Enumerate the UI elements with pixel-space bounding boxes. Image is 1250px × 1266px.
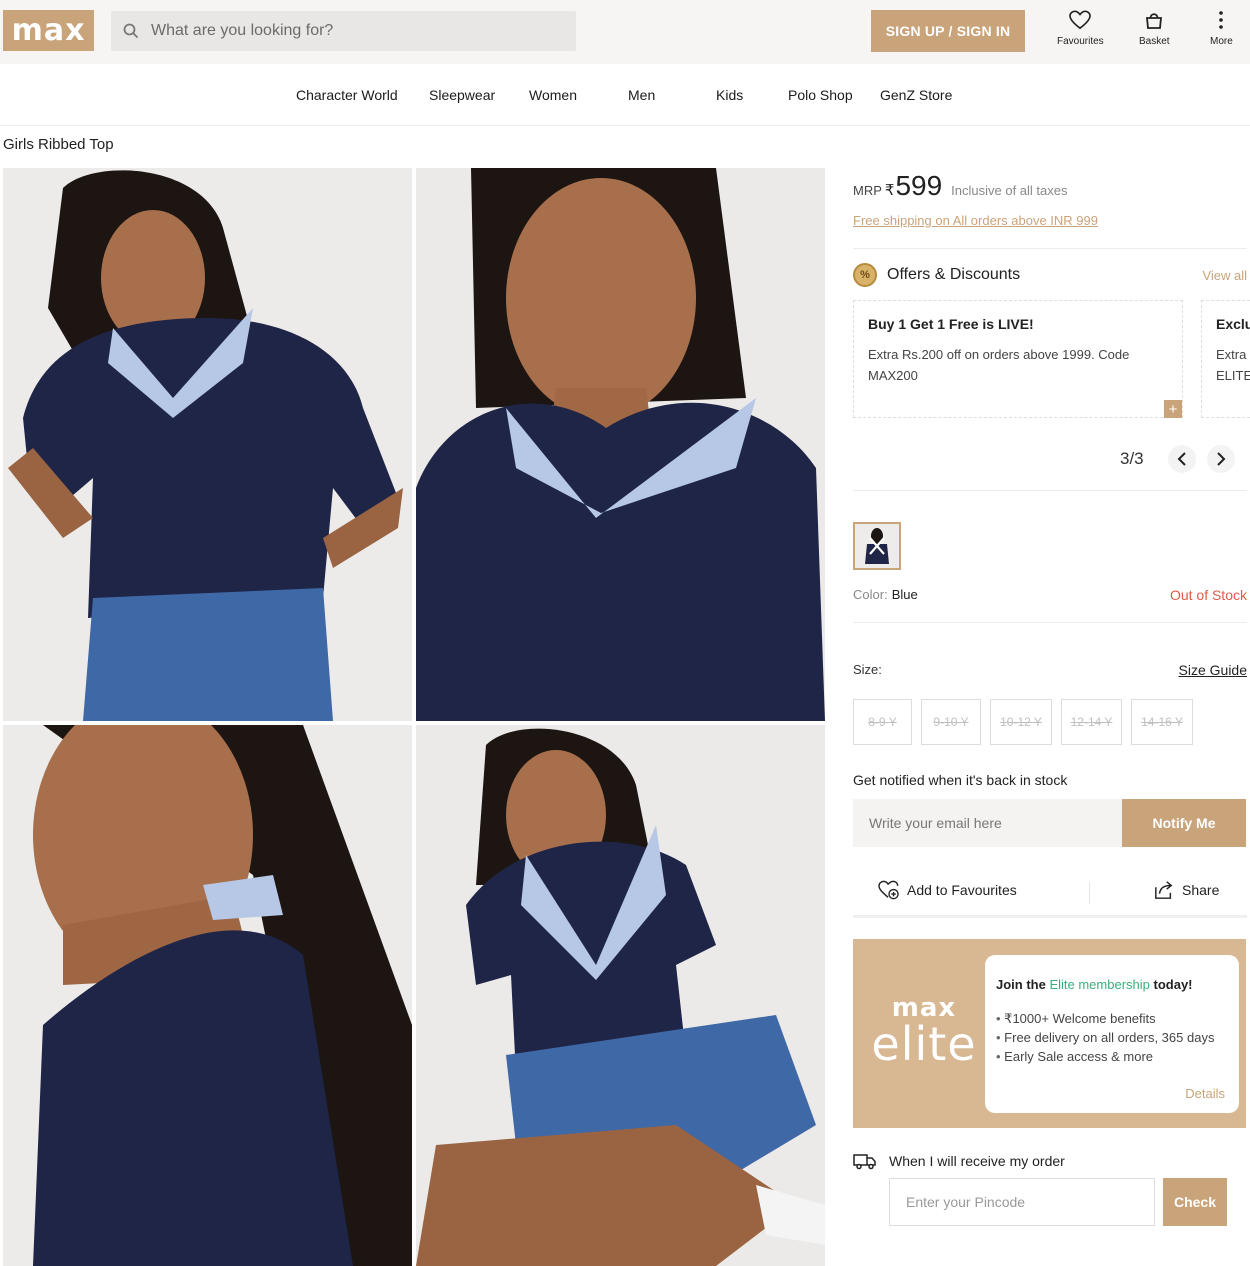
offer-card[interactable]: Buy 1 Get 1 Free is LIVE! Extra Rs.200 o… bbox=[853, 300, 1183, 418]
offers-header: % Offers & Discounts View all bbox=[853, 263, 1247, 287]
nav-character-world[interactable]: Character World bbox=[296, 87, 398, 103]
offer-pager: 3/3 bbox=[1120, 449, 1144, 468]
elite-heading-pre: Join the bbox=[996, 977, 1050, 992]
size-option-12-14[interactable]: 12-14 Y bbox=[1061, 699, 1122, 745]
category-nav: Character World Sleepwear Women Men Kids… bbox=[0, 64, 1250, 126]
color-value: Blue bbox=[891, 587, 918, 602]
view-all-link[interactable]: View all bbox=[1202, 268, 1247, 283]
check-pincode-button[interactable]: Check bbox=[1163, 1178, 1227, 1226]
truck-icon bbox=[853, 1154, 876, 1170]
offer-desc-line2: ELITE bbox=[1216, 368, 1250, 383]
notify-me-button[interactable]: Notify Me bbox=[1122, 799, 1246, 847]
search-bar[interactable] bbox=[111, 11, 576, 51]
product-image-1[interactable] bbox=[3, 168, 412, 721]
size-label: Size: bbox=[853, 662, 882, 677]
basket-link[interactable]: Basket bbox=[1139, 10, 1170, 47]
discount-badge-icon: % bbox=[853, 263, 877, 287]
product-image-4[interactable] bbox=[416, 725, 825, 1266]
add-to-favourites-label: Add to Favourites bbox=[907, 882, 1017, 898]
search-icon bbox=[111, 23, 151, 39]
heart-plus-icon bbox=[878, 880, 899, 900]
elite-benefits-list: ₹1000+ Welcome benefits Free delivery on… bbox=[996, 1009, 1228, 1066]
heart-icon bbox=[1069, 10, 1092, 30]
basket-icon bbox=[1146, 13, 1163, 29]
color-row: Color: Blue Out of Stock bbox=[853, 587, 1247, 603]
max-logo[interactable]: max bbox=[3, 10, 94, 51]
notify-title: Get notified when it's back in stock bbox=[853, 772, 1068, 788]
tax-note: Inclusive of all taxes bbox=[951, 183, 1068, 198]
size-option-10-12[interactable]: 10-12 Y bbox=[990, 699, 1052, 745]
nav-kids[interactable]: Kids bbox=[716, 87, 743, 103]
divider bbox=[853, 490, 1247, 491]
size-guide-link[interactable]: Size Guide bbox=[1179, 662, 1247, 678]
more-label: More bbox=[1210, 36, 1233, 47]
elite-heading: Join the Elite membership today! bbox=[996, 977, 1228, 992]
chevron-right-icon bbox=[1217, 452, 1226, 466]
elite-heading-highlight: Elite membership bbox=[1049, 977, 1150, 992]
offer-desc-line1: Extra bbox=[1216, 347, 1247, 362]
size-option-14-16[interactable]: 14-16 Y bbox=[1131, 699, 1193, 745]
offer-desc-line2: MAX200 bbox=[868, 368, 918, 383]
size-option-9-10[interactable]: 9-10 Y bbox=[921, 699, 981, 745]
currency-symbol: ₹ bbox=[884, 182, 895, 199]
notify-email-input[interactable] bbox=[853, 799, 1122, 847]
offer-title: Buy 1 Get 1 Free is LIVE! bbox=[868, 316, 1034, 332]
nav-men[interactable]: Men bbox=[628, 87, 655, 103]
elite-brand-bottom: elite bbox=[871, 1017, 977, 1071]
action-row: Add to Favourites Share bbox=[853, 866, 1247, 918]
list-item: Early Sale access & more bbox=[996, 1047, 1228, 1066]
elite-info-card: Join the Elite membership today! ₹1000+ … bbox=[985, 955, 1239, 1113]
share-button[interactable]: Share bbox=[1153, 880, 1219, 900]
search-input[interactable] bbox=[151, 22, 551, 40]
size-row: Size: Size Guide bbox=[853, 662, 1247, 678]
pincode-input[interactable] bbox=[889, 1178, 1155, 1226]
separator bbox=[1089, 882, 1090, 904]
size-option-8-9[interactable]: 8-9 Y bbox=[853, 699, 912, 745]
free-shipping-link[interactable]: Free shipping on All orders above INR 99… bbox=[853, 213, 1098, 228]
divider bbox=[853, 248, 1247, 249]
product-title: Girls Ribbed Top bbox=[3, 136, 114, 153]
elite-membership-banner[interactable]: max elite Join the Elite membership toda… bbox=[853, 939, 1246, 1128]
add-to-favourites-button[interactable]: Add to Favourites bbox=[878, 880, 1017, 900]
max-elite-logo: max elite bbox=[860, 993, 988, 1071]
expand-plus-icon[interactable]: + bbox=[1164, 400, 1182, 418]
product-image-2[interactable] bbox=[416, 168, 825, 721]
offers-title: Offers & Discounts bbox=[887, 266, 1021, 283]
offer-title: Exclu bbox=[1216, 316, 1250, 332]
next-offer-button[interactable] bbox=[1207, 445, 1235, 473]
offer-card-partial[interactable]: Exclu Extra ELITE bbox=[1201, 300, 1250, 418]
more-menu[interactable]: More bbox=[1210, 10, 1233, 47]
divider bbox=[853, 622, 1247, 623]
price-value: 599 bbox=[895, 170, 943, 201]
list-item: ₹1000+ Welcome benefits bbox=[996, 1009, 1228, 1028]
share-label: Share bbox=[1182, 882, 1220, 898]
favourites-link[interactable]: Favourites bbox=[1057, 10, 1104, 47]
elite-heading-post: today! bbox=[1149, 977, 1193, 992]
nav-women[interactable]: Women bbox=[529, 87, 577, 103]
list-item: Free delivery on all orders, 365 days bbox=[996, 1028, 1228, 1047]
price-block: MRP ₹ 599 Inclusive of all taxes bbox=[853, 170, 1068, 202]
color-label: Color: bbox=[853, 587, 888, 602]
share-icon bbox=[1155, 881, 1173, 899]
mrp-label: MRP bbox=[853, 183, 882, 198]
size-options: 8-9 Y 9-10 Y 10-12 Y 12-14 Y 14-16 Y bbox=[853, 699, 1193, 745]
delivery-title: When I will receive my order bbox=[853, 1152, 1065, 1170]
nav-genz-store[interactable]: GenZ Store bbox=[880, 87, 952, 103]
vertical-dots-icon bbox=[1219, 11, 1224, 29]
out-of-stock-label: Out of Stock bbox=[1169, 587, 1247, 603]
basket-label: Basket bbox=[1139, 36, 1170, 47]
top-header: max SIGN UP / SIGN IN Favourites Basket … bbox=[0, 0, 1250, 64]
signin-button[interactable]: SIGN UP / SIGN IN bbox=[871, 10, 1025, 52]
product-image-3[interactable] bbox=[3, 725, 412, 1266]
favourites-label: Favourites bbox=[1057, 36, 1104, 47]
delivery-title-text: When I will receive my order bbox=[889, 1153, 1065, 1169]
chevron-left-icon bbox=[1177, 452, 1186, 466]
prev-offer-button[interactable] bbox=[1168, 445, 1196, 473]
nav-sleepwear[interactable]: Sleepwear bbox=[429, 87, 495, 103]
color-swatch-blue[interactable] bbox=[853, 522, 901, 570]
offer-desc-line1: Extra Rs.200 off on orders above 1999. C… bbox=[868, 347, 1130, 362]
notify-form: Notify Me bbox=[853, 799, 1246, 847]
nav-polo-shop[interactable]: Polo Shop bbox=[788, 87, 853, 103]
elite-details-link[interactable]: Details bbox=[1185, 1086, 1225, 1101]
